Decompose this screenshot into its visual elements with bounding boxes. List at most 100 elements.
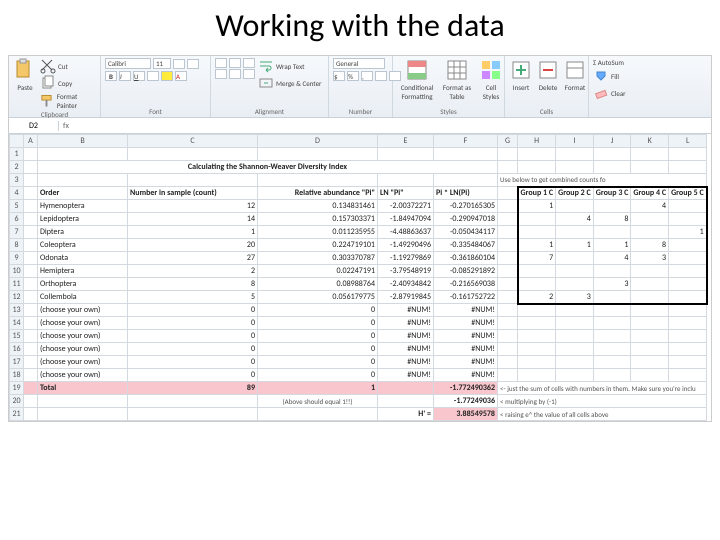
- fill-button[interactable]: Fill: [593, 68, 619, 84]
- cut-button[interactable]: Cut: [40, 58, 96, 74]
- row-header[interactable]: 3: [10, 174, 24, 187]
- cell[interactable]: [518, 304, 556, 317]
- cell-count[interactable]: 0: [128, 369, 258, 382]
- cell[interactable]: [556, 161, 594, 174]
- copy-button[interactable]: Copy: [40, 75, 96, 91]
- cell-order[interactable]: Lepidoptera: [38, 213, 128, 226]
- cell-count[interactable]: 0: [128, 330, 258, 343]
- cell[interactable]: [518, 148, 556, 161]
- cell[interactable]: [24, 174, 38, 187]
- cell-ln[interactable]: -3.79548919: [378, 265, 434, 278]
- increase-decimal-button[interactable]: [375, 71, 387, 81]
- row-header[interactable]: 5: [10, 200, 24, 213]
- cell[interactable]: [556, 356, 594, 369]
- cell-pi[interactable]: 0.157303371: [258, 213, 378, 226]
- cell-group[interactable]: [669, 239, 707, 252]
- row-header[interactable]: 17: [10, 356, 24, 369]
- cell[interactable]: [593, 343, 631, 356]
- cell[interactable]: [669, 304, 707, 317]
- cell-group[interactable]: 3: [593, 278, 631, 291]
- cell[interactable]: [593, 330, 631, 343]
- cell[interactable]: [498, 148, 518, 161]
- cell-pi[interactable]: 0: [258, 356, 378, 369]
- cell-group[interactable]: 1: [518, 200, 556, 213]
- cell-piln[interactable]: #NUM!: [434, 369, 498, 382]
- cell[interactable]: [556, 148, 594, 161]
- paste-button[interactable]: Paste: [13, 58, 37, 92]
- cell-group[interactable]: 4: [593, 252, 631, 265]
- bold-button[interactable]: B: [105, 71, 117, 81]
- row-header[interactable]: 12: [10, 291, 24, 304]
- cell-count[interactable]: 0: [128, 343, 258, 356]
- cell-group[interactable]: [556, 278, 594, 291]
- cell-group[interactable]: [556, 252, 594, 265]
- cell-count[interactable]: 20: [128, 239, 258, 252]
- cell-order[interactable]: Collembola: [38, 291, 128, 304]
- cell-group[interactable]: [556, 265, 594, 278]
- row-header[interactable]: 20: [10, 395, 24, 408]
- cell-ln[interactable]: #NUM!: [378, 343, 434, 356]
- format-as-table-button[interactable]: Format as Table: [440, 58, 474, 101]
- cell-styles-button[interactable]: Cell Styles: [477, 58, 505, 101]
- cell-count[interactable]: 0: [128, 304, 258, 317]
- cell-group[interactable]: 2: [518, 291, 556, 304]
- col-header[interactable]: B: [38, 135, 128, 148]
- cell-pi[interactable]: 0.303370787: [258, 252, 378, 265]
- cell-group[interactable]: [669, 200, 707, 213]
- cell-group[interactable]: 4: [631, 200, 669, 213]
- row-header[interactable]: 9: [10, 252, 24, 265]
- cell-pi[interactable]: 0: [258, 304, 378, 317]
- row-header[interactable]: 7: [10, 226, 24, 239]
- cell-piln[interactable]: #NUM!: [434, 356, 498, 369]
- cell-order[interactable]: (choose your own): [38, 343, 128, 356]
- cell-group[interactable]: [669, 291, 707, 304]
- cell[interactable]: [631, 317, 669, 330]
- cell-piln[interactable]: -0.270165305: [434, 200, 498, 213]
- cell-pi[interactable]: 0: [258, 330, 378, 343]
- cell-piln[interactable]: #NUM!: [434, 304, 498, 317]
- cell-ln[interactable]: -1.84947094: [378, 213, 434, 226]
- cell-ln[interactable]: #NUM!: [378, 356, 434, 369]
- col-header[interactable]: C: [128, 135, 258, 148]
- cell-group[interactable]: [631, 213, 669, 226]
- cell-piln[interactable]: #NUM!: [434, 343, 498, 356]
- col-header[interactable]: D: [258, 135, 378, 148]
- cell-group[interactable]: [593, 200, 631, 213]
- cell[interactable]: [631, 304, 669, 317]
- cell-ln[interactable]: -2.40934842: [378, 278, 434, 291]
- row-header[interactable]: 14: [10, 317, 24, 330]
- align-top-button[interactable]: [215, 58, 227, 68]
- col-header[interactable]: I: [556, 135, 594, 148]
- cell-piln[interactable]: #NUM!: [434, 317, 498, 330]
- cell-group[interactable]: [669, 213, 707, 226]
- merge-center-button[interactable]: Merge & Center: [258, 75, 322, 91]
- cell-group[interactable]: [556, 200, 594, 213]
- row-header[interactable]: 6: [10, 213, 24, 226]
- cell-piln[interactable]: -0.361860104: [434, 252, 498, 265]
- cell-count[interactable]: 14: [128, 213, 258, 226]
- cell-ln[interactable]: -1.49290496: [378, 239, 434, 252]
- cell-ln[interactable]: -1.19279869: [378, 252, 434, 265]
- row-header[interactable]: 1: [10, 148, 24, 161]
- align-right-button[interactable]: [243, 69, 255, 79]
- cell[interactable]: [378, 174, 434, 187]
- cell-count[interactable]: 27: [128, 252, 258, 265]
- cell[interactable]: [518, 343, 556, 356]
- cell-order[interactable]: Hymenoptera: [38, 200, 128, 213]
- cell-group[interactable]: [518, 265, 556, 278]
- cell[interactable]: [556, 343, 594, 356]
- row-header[interactable]: 2: [10, 161, 24, 174]
- cell-count[interactable]: 2: [128, 265, 258, 278]
- cell-ln[interactable]: -4.48863637: [378, 226, 434, 239]
- cell-group[interactable]: [593, 291, 631, 304]
- cell-group[interactable]: 1: [556, 239, 594, 252]
- row-header[interactable]: 11: [10, 278, 24, 291]
- cell-group[interactable]: [631, 226, 669, 239]
- cell[interactable]: [631, 369, 669, 382]
- cell[interactable]: [631, 161, 669, 174]
- cell[interactable]: [556, 304, 594, 317]
- cell-group[interactable]: 1: [518, 239, 556, 252]
- underline-button[interactable]: U: [133, 71, 145, 81]
- cell-group[interactable]: [631, 265, 669, 278]
- cell[interactable]: [128, 174, 258, 187]
